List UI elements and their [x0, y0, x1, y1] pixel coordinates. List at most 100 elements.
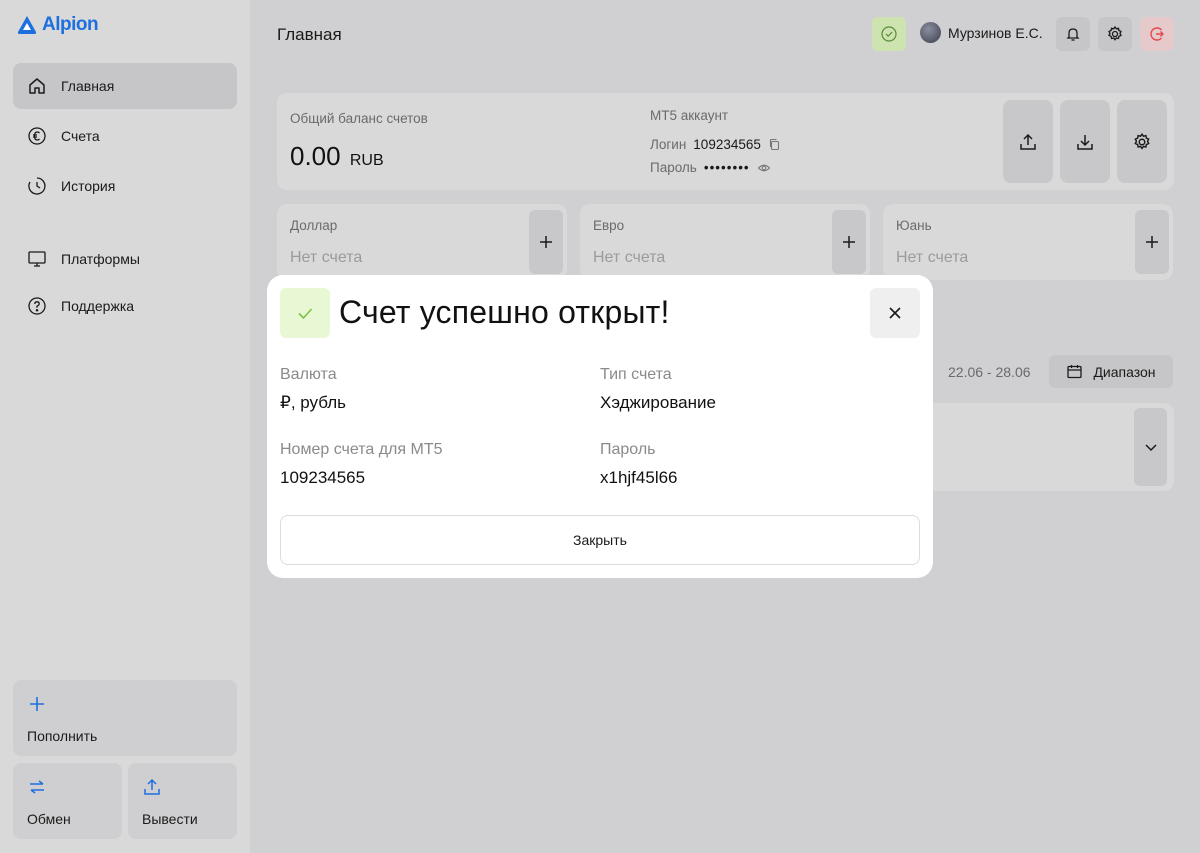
logout-icon [1150, 27, 1164, 41]
logo-text: Alpion [42, 14, 99, 35]
plus-icon [843, 236, 855, 248]
mt5-login-label: Логин [650, 137, 687, 152]
account-type-field: Тип счета Хэджирование [600, 366, 716, 413]
currency-name: Доллар [290, 218, 338, 233]
balance-card: Общий баланс счетов 0.00 RUB MT5 аккаунт… [277, 93, 1174, 190]
modal-title: Счет успешно открыт! [339, 294, 670, 330]
plus-icon [540, 236, 552, 248]
currency-field-label: Валюта [280, 366, 337, 383]
mt5-login-value: 109234565 [693, 137, 761, 152]
notifications-button[interactable] [1056, 17, 1090, 51]
currency-name: Евро [593, 218, 625, 233]
exchange-icon [30, 780, 44, 794]
upload-icon [144, 778, 160, 795]
balance-value: 0.00 RUB [290, 141, 384, 172]
date-range-button[interactable]: Диапазон [1049, 355, 1173, 388]
sidebar-item-label: История [61, 178, 116, 194]
history-row [900, 403, 1174, 491]
sidebar-item-accounts[interactable]: Счета [13, 113, 237, 159]
account-type-value: Хэджирование [600, 393, 716, 412]
plus-icon [1146, 236, 1158, 248]
bell-icon [1066, 28, 1080, 41]
home-icon [29, 78, 45, 94]
deposit-button[interactable]: Пополнить [13, 680, 237, 756]
expand-button[interactable] [1134, 408, 1167, 486]
mt5-withdraw-button[interactable] [1003, 100, 1053, 183]
page-title: Главная [277, 25, 342, 44]
mt5-login-row: Логин 109234565 [650, 137, 781, 152]
close-icon [889, 307, 901, 319]
logo-mark-icon [17, 16, 37, 34]
plus-icon [30, 697, 44, 711]
currency-card-eur: Евро Нет счета [580, 204, 870, 280]
add-account-button[interactable] [529, 210, 563, 274]
gear-icon [1108, 25, 1122, 41]
password-label: Пароль [600, 441, 656, 458]
monitor-icon [28, 251, 46, 267]
currency-state: Нет счета [896, 249, 969, 266]
currency-state: Нет счета [593, 249, 666, 266]
logo[interactable]: Alpion [16, 14, 99, 36]
withdraw-label: Вывести [142, 811, 198, 827]
close-button[interactable]: Закрыть [280, 515, 920, 565]
sidebar-item-platforms[interactable]: Платформы [13, 236, 237, 282]
currency-field-value: ₽, рубль [280, 393, 346, 412]
copy-icon[interactable] [768, 138, 781, 151]
chevron-down-icon [1144, 444, 1157, 452]
check-icon [298, 308, 313, 320]
account-number-label: Номер счета для MT5 [280, 441, 443, 458]
eye-icon[interactable] [757, 161, 771, 175]
mt5-password-label: Пароль [650, 160, 697, 175]
date-range-label: Диапазон [1093, 363, 1156, 380]
account-type-label: Тип счета [600, 366, 672, 383]
sidebar-item-home[interactable]: Главная [13, 63, 237, 109]
settings-button[interactable] [1098, 17, 1132, 51]
currency-card-usd: Доллар Нет счета [277, 204, 567, 280]
balance-amount: 0.00 [290, 141, 341, 171]
sidebar-item-history[interactable]: История [13, 163, 237, 209]
currency-field: Валюта ₽, рубль [280, 366, 346, 413]
verified-status-button[interactable] [872, 17, 906, 51]
currency-state: Нет счета [290, 249, 363, 266]
check-circle-icon [881, 26, 897, 42]
success-modal: Счет успешно открыт! Валюта ₽, рубль Тип… [267, 275, 933, 578]
sidebar-item-label: Главная [61, 78, 115, 94]
calendar-icon [1067, 365, 1083, 379]
sidebar-item-support[interactable]: Поддержка [13, 283, 237, 329]
balance-label: Общий баланс счетов [290, 111, 428, 126]
sidebar-item-label: Платформы [61, 251, 140, 267]
sidebar-item-label: Поддержка [61, 298, 135, 314]
mt5-title: MT5 аккаунт [650, 108, 729, 123]
avatar [920, 22, 941, 43]
mt5-password-mask: •••••••• [703, 160, 750, 175]
exchange-label: Обмен [27, 811, 71, 827]
mt5-settings-button[interactable] [1117, 100, 1167, 183]
add-account-button[interactable] [1135, 210, 1169, 274]
add-account-button[interactable] [832, 210, 866, 274]
user-menu[interactable]: Мурзинов Е.С. [920, 22, 1043, 43]
upload-icon [1020, 133, 1036, 150]
withdraw-button[interactable]: Вывести [128, 763, 237, 839]
sidebar-item-label: Счета [61, 128, 100, 144]
download-icon [1077, 134, 1093, 150]
deposit-label: Пополнить [27, 728, 98, 744]
date-range-text: 22.06 - 28.06 [948, 364, 1031, 380]
user-name: Мурзинов Е.С. [948, 24, 1043, 41]
password-field: Пароль x1hjf45l66 [600, 441, 678, 488]
clock-icon [28, 177, 46, 195]
currency-card-cny: Юань Нет счета [883, 204, 1173, 280]
sidebar: Alpion Главная Счета История Платформы П… [0, 0, 250, 853]
password-value: x1hjf45l66 [600, 468, 678, 487]
success-badge [280, 288, 330, 338]
currency-name: Юань [896, 218, 932, 233]
mt5-password-row: Пароль •••••••• [650, 160, 771, 175]
euro-icon [28, 127, 46, 145]
logout-button[interactable] [1140, 17, 1174, 51]
modal-close-button[interactable] [870, 288, 920, 338]
exchange-button[interactable]: Обмен [13, 763, 122, 839]
balance-currency: RUB [349, 152, 384, 169]
help-icon [28, 297, 46, 315]
mt5-deposit-button[interactable] [1060, 100, 1110, 183]
account-number-field: Номер счета для MT5 109234565 [280, 441, 443, 488]
account-number-value: 109234565 [280, 468, 366, 487]
